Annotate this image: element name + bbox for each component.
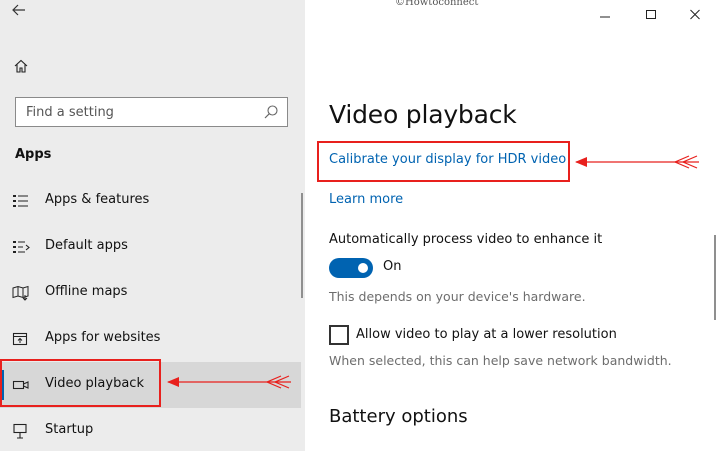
auto-process-label: Automatically process video to enhance i… [329, 232, 603, 247]
minimize-button[interactable] [582, 0, 628, 30]
sidebar-item-label: Default apps [45, 238, 128, 253]
apps-for-websites-icon [12, 332, 28, 346]
sidebar-item-label: Startup [45, 422, 94, 437]
offline-maps-icon [12, 285, 29, 301]
maximize-icon [646, 10, 656, 19]
apps-section-heading: Apps [15, 147, 52, 162]
close-icon [690, 9, 700, 20]
auto-process-toggle[interactable] [329, 258, 373, 278]
learn-more-link[interactable]: Learn more [329, 192, 403, 207]
default-apps-icon [13, 241, 30, 253]
sidebar-item-apps-for-websites[interactable]: Apps for websites [0, 316, 301, 362]
sidebar-item-apps-features[interactable]: Apps & features [0, 178, 301, 224]
search-icon[interactable] [263, 104, 279, 120]
page-title: Video playback [329, 100, 517, 129]
annotation-arrow-video-playback [167, 375, 291, 389]
toggle-knob [358, 263, 368, 273]
auto-process-state: On [383, 259, 402, 274]
home-icon [14, 59, 28, 73]
low-resolution-checkbox[interactable] [329, 325, 349, 345]
search-input[interactable] [26, 98, 256, 126]
sidebar-item-default-apps[interactable]: Default apps [0, 224, 301, 270]
watermark: ©Howtoconnect [395, 0, 479, 8]
back-button[interactable] [12, 2, 34, 22]
sidebar-item-label: Apps for websites [45, 330, 161, 345]
close-button[interactable] [672, 0, 718, 30]
sidebar-item-label: Offline maps [45, 284, 128, 299]
low-resolution-label[interactable]: Allow video to play at a lower resolutio… [356, 327, 617, 342]
sidebar-item-startup[interactable]: Startup [0, 408, 301, 451]
minimize-icon [600, 16, 610, 18]
maximize-button[interactable] [628, 0, 674, 30]
back-arrow-icon [12, 4, 25, 16]
annotation-box-video-playback [0, 359, 161, 407]
main-scrollbar[interactable] [714, 235, 716, 320]
auto-process-note: This depends on your device's hardware. [329, 289, 586, 304]
apps-features-icon [13, 195, 28, 207]
sidebar-item-label: Apps & features [45, 192, 150, 207]
settings-window: Apps Apps & features Default apps [0, 0, 718, 451]
sidebar-item-offline-maps[interactable]: Offline maps [0, 270, 301, 316]
low-resolution-note: When selected, this can help save networ… [329, 353, 672, 368]
startup-icon [13, 423, 27, 439]
sidebar-scrollbar[interactable] [301, 193, 303, 298]
annotation-arrow-calibrate [575, 155, 699, 169]
search-box[interactable] [15, 97, 288, 127]
annotation-box-calibrate [317, 141, 570, 182]
battery-options-heading: Battery options [329, 406, 468, 427]
home-button[interactable] [13, 58, 33, 78]
